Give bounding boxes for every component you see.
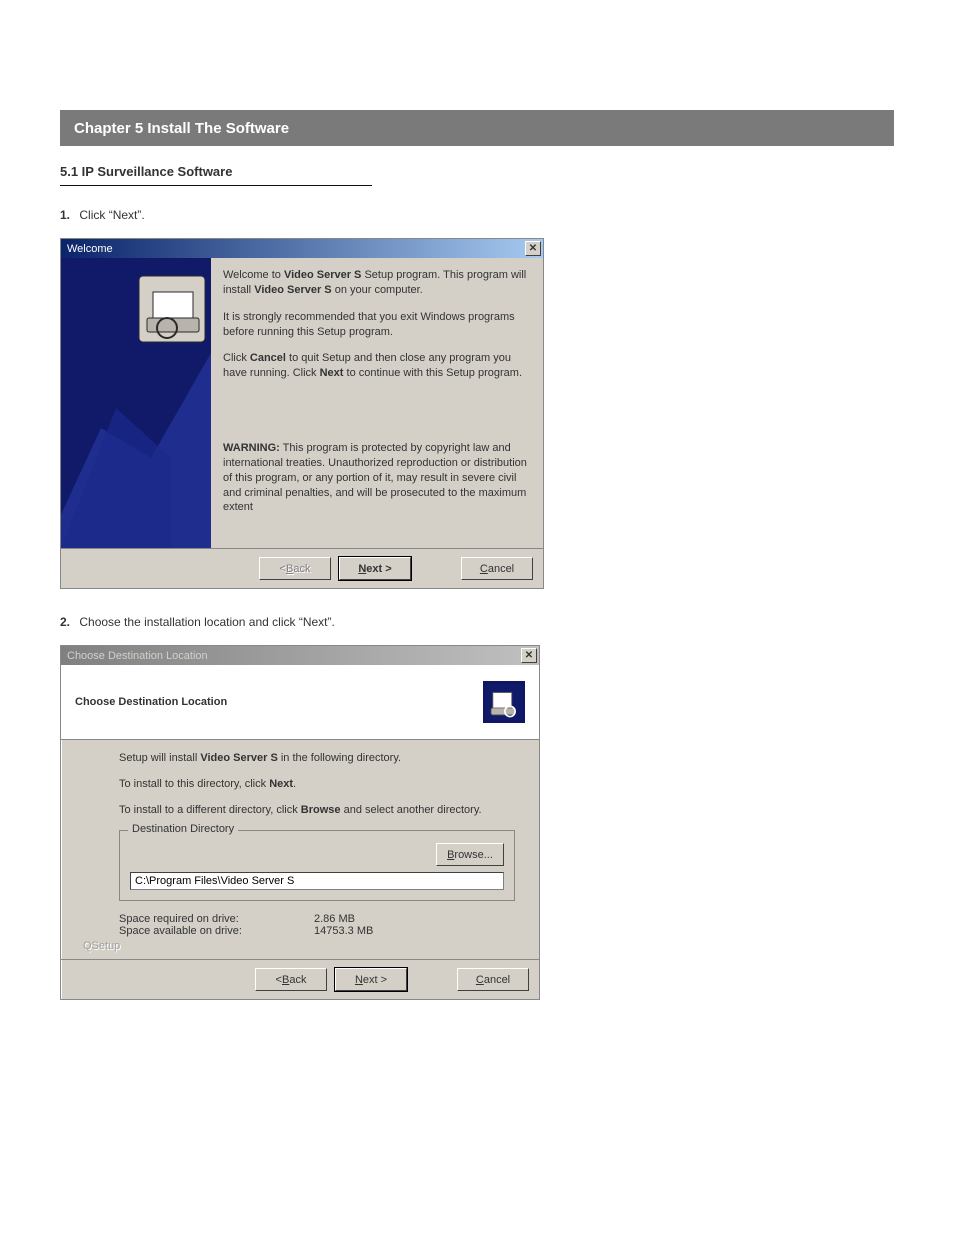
back-button[interactable]: < Back bbox=[255, 968, 327, 991]
figure-welcome-dialog: Welcome ✕ Welco bbox=[60, 238, 894, 589]
chapter-heading: Chapter 5 Install The Software bbox=[60, 110, 894, 146]
cancel-button[interactable]: Cancel bbox=[461, 557, 533, 580]
destination-directory-group: Destination Directory Browse... bbox=[119, 830, 515, 901]
step-1-number: 1. bbox=[60, 206, 70, 224]
dialog-body: Setup will install Video Server S in the… bbox=[61, 740, 539, 947]
titlebar[interactable]: Welcome ✕ bbox=[61, 239, 543, 258]
back-button: < Back bbox=[259, 557, 331, 580]
cancel-button[interactable]: Cancel bbox=[457, 968, 529, 991]
figure-destination-dialog: Choose Destination Location ✕ Choose Des… bbox=[60, 645, 894, 1000]
titlebar-title: Welcome bbox=[67, 243, 113, 255]
step-2-number: 2. bbox=[60, 613, 70, 631]
step-1-text: Click “Next”. bbox=[79, 208, 144, 222]
install-paragraph-3: To install to a different directory, cli… bbox=[119, 804, 515, 816]
step-1: 1. Click “Next”. bbox=[60, 206, 894, 224]
destination-dialog: Choose Destination Location ✕ Choose Des… bbox=[60, 645, 540, 1000]
space-available-value: 14753.3 MB bbox=[314, 925, 373, 937]
warning-paragraph: WARNING: This program is protected by co… bbox=[223, 441, 531, 515]
installer-icon bbox=[483, 681, 525, 723]
install-paragraph-2: To install to this directory, click Next… bbox=[119, 778, 515, 790]
welcome-dialog: Welcome ✕ Welco bbox=[60, 238, 544, 589]
titlebar-title: Choose Destination Location bbox=[67, 650, 208, 662]
close-icon[interactable]: ✕ bbox=[521, 648, 537, 663]
space-required-label: Space required on drive: bbox=[119, 913, 314, 925]
dialog-header: Choose Destination Location bbox=[61, 665, 539, 740]
welcome-paragraph-2: It is strongly recommended that you exit… bbox=[223, 310, 531, 340]
welcome-paragraph-1: Welcome to Video Server S Setup program.… bbox=[223, 268, 531, 298]
button-row: < Back Next > Cancel bbox=[61, 548, 543, 588]
titlebar[interactable]: Choose Destination Location ✕ bbox=[61, 646, 539, 665]
space-required-row: Space required on drive: 2.86 MB bbox=[119, 913, 515, 925]
welcome-paragraph-3: Click Cancel to quit Setup and then clos… bbox=[223, 351, 531, 381]
dialog-body: Welcome to Video Server S Setup program.… bbox=[61, 258, 543, 548]
group-label: Destination Directory bbox=[128, 823, 238, 835]
step-2: 2. Choose the installation location and … bbox=[60, 613, 894, 631]
document-page: Chapter 5 Install The Software 5.1 IP Su… bbox=[0, 0, 954, 1084]
space-available-label: Space available on drive: bbox=[119, 925, 314, 937]
next-button[interactable]: Next > bbox=[339, 557, 411, 580]
install-paragraph-1: Setup will install Video Server S in the… bbox=[119, 752, 515, 764]
browse-button[interactable]: Browse... bbox=[436, 843, 504, 866]
content-pane: Welcome to Video Server S Setup program.… bbox=[211, 258, 543, 548]
qsetup-label: QSetup bbox=[77, 940, 126, 952]
dialog-header-title: Choose Destination Location bbox=[75, 696, 227, 708]
installer-graphic bbox=[61, 258, 211, 548]
space-required-value: 2.86 MB bbox=[314, 913, 355, 925]
step-2-text: Choose the installation location and cli… bbox=[79, 615, 334, 629]
space-available-row: Space available on drive: 14753.3 MB bbox=[119, 925, 515, 937]
button-row: < Back Next > Cancel bbox=[61, 959, 539, 999]
destination-path-input[interactable] bbox=[130, 872, 504, 890]
close-icon[interactable]: ✕ bbox=[525, 241, 541, 256]
section-title: 5.1 IP Surveillance Software bbox=[60, 164, 372, 186]
next-button[interactable]: Next > bbox=[335, 968, 407, 991]
